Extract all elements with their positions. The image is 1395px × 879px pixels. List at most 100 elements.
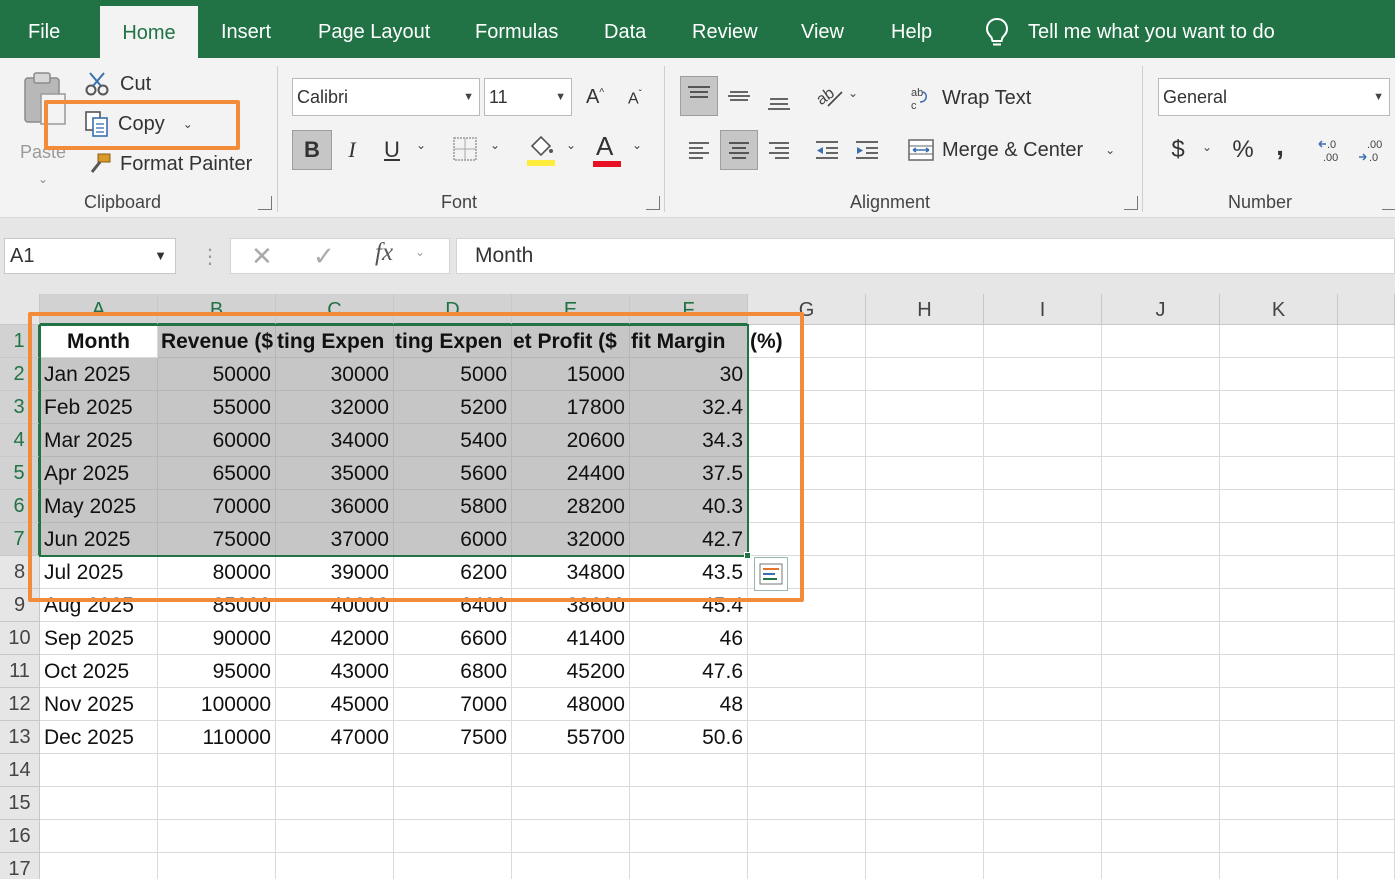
month-cell[interactable]: Aug 2025 xyxy=(40,589,158,622)
empty-cell[interactable] xyxy=(1220,490,1338,523)
currency-dropdown-chevron-icon[interactable]: ⌄ xyxy=(1202,140,1212,154)
empty-cell[interactable] xyxy=(866,556,984,589)
cancel-icon[interactable]: ✕ xyxy=(251,241,273,272)
empty-cell[interactable] xyxy=(1220,358,1338,391)
value-cell[interactable]: 39000 xyxy=(276,556,394,589)
header-cell[interactable]: et Profit ($ xyxy=(512,325,630,358)
font-launcher-icon[interactable] xyxy=(646,196,660,210)
empty-cell[interactable] xyxy=(748,820,866,853)
value-cell[interactable]: 34000 xyxy=(276,424,394,457)
tab-view[interactable]: View xyxy=(801,0,844,58)
value-cell[interactable]: 28200 xyxy=(512,490,630,523)
align-center-button[interactable] xyxy=(720,130,758,170)
empty-cell[interactable] xyxy=(748,358,866,391)
value-cell[interactable]: 50000 xyxy=(158,358,276,391)
orientation-button[interactable]: ab xyxy=(812,80,846,112)
italic-button[interactable]: I xyxy=(338,130,366,170)
tab-page-layout[interactable]: Page Layout xyxy=(318,0,430,58)
value-cell[interactable]: 32000 xyxy=(512,523,630,556)
empty-cell[interactable] xyxy=(1102,358,1220,391)
value-cell[interactable]: 37000 xyxy=(276,523,394,556)
empty-cell[interactable] xyxy=(1220,688,1338,721)
empty-cell[interactable] xyxy=(276,853,394,879)
month-cell[interactable]: Jul 2025 xyxy=(40,556,158,589)
empty-cell[interactable] xyxy=(630,853,748,879)
empty-cell[interactable] xyxy=(1102,754,1220,787)
quick-analysis-button[interactable] xyxy=(754,557,788,591)
insert-function-button[interactable]: fx xyxy=(375,239,393,267)
value-cell[interactable]: 15000 xyxy=(512,358,630,391)
value-cell[interactable]: 42000 xyxy=(276,622,394,655)
column-header-i[interactable]: I xyxy=(984,294,1102,325)
empty-cell[interactable] xyxy=(1102,325,1220,358)
value-cell[interactable]: 30 xyxy=(630,358,748,391)
copy-dropdown-chevron-icon[interactable]: ⌄ xyxy=(183,117,193,131)
empty-cell[interactable] xyxy=(748,721,866,754)
empty-cell[interactable] xyxy=(512,853,630,879)
increase-indent-button[interactable] xyxy=(852,130,882,170)
empty-cell[interactable] xyxy=(1102,622,1220,655)
empty-cell[interactable] xyxy=(866,490,984,523)
row-header-13[interactable]: 13 xyxy=(0,721,40,754)
month-cell[interactable]: Jun 2025 xyxy=(40,523,158,556)
empty-cell[interactable] xyxy=(1102,589,1220,622)
empty-cell[interactable] xyxy=(276,754,394,787)
empty-cell[interactable] xyxy=(1220,391,1338,424)
empty-cell[interactable] xyxy=(748,457,866,490)
row-header-12[interactable]: 12 xyxy=(0,688,40,721)
align-left-button[interactable] xyxy=(684,130,714,170)
empty-cell[interactable] xyxy=(1102,490,1220,523)
value-cell[interactable]: 38600 xyxy=(512,589,630,622)
value-cell[interactable]: 45000 xyxy=(276,688,394,721)
value-cell[interactable]: 40.3 xyxy=(630,490,748,523)
empty-cell[interactable] xyxy=(1102,391,1220,424)
empty-cell[interactable] xyxy=(1220,754,1338,787)
copy-button[interactable]: Copy ⌄ xyxy=(84,108,193,140)
decrease-font-size-button[interactable]: Aˇ xyxy=(622,84,648,114)
header-cell[interactable]: fit Margin xyxy=(630,325,748,358)
row-header-5[interactable]: 5 xyxy=(0,457,40,490)
merge-center-button[interactable]: Merge & Center ⌄ xyxy=(908,134,1115,166)
empty-cell[interactable] xyxy=(984,853,1102,879)
empty-cell[interactable] xyxy=(1220,853,1338,879)
empty-cell[interactable] xyxy=(1220,787,1338,820)
empty-cell[interactable] xyxy=(866,721,984,754)
value-cell[interactable]: 55700 xyxy=(512,721,630,754)
empty-cell[interactable] xyxy=(1220,589,1338,622)
column-header-h[interactable]: H xyxy=(866,294,984,325)
month-cell[interactable]: Mar 2025 xyxy=(40,424,158,457)
empty-cell[interactable] xyxy=(158,787,276,820)
empty-cell[interactable] xyxy=(394,820,512,853)
row-header-15[interactable]: 15 xyxy=(0,787,40,820)
name-box[interactable]: A1 ▼ xyxy=(4,238,176,274)
row-header-11[interactable]: 11 xyxy=(0,655,40,688)
empty-cell[interactable] xyxy=(1102,688,1220,721)
empty-cell[interactable] xyxy=(394,787,512,820)
bottom-align-button[interactable] xyxy=(762,80,796,120)
underline-button[interactable]: U xyxy=(378,130,406,170)
empty-cell[interactable] xyxy=(512,820,630,853)
value-cell[interactable]: 34.3 xyxy=(630,424,748,457)
value-cell[interactable]: 80000 xyxy=(158,556,276,589)
row-header-14[interactable]: 14 xyxy=(0,754,40,787)
empty-cell[interactable] xyxy=(866,589,984,622)
formula-input[interactable]: Month xyxy=(456,238,1395,274)
value-cell[interactable]: 75000 xyxy=(158,523,276,556)
empty-cell[interactable] xyxy=(1338,358,1395,391)
empty-cell[interactable] xyxy=(1338,589,1395,622)
empty-cell[interactable] xyxy=(748,655,866,688)
column-header-c[interactable]: C xyxy=(276,294,394,325)
empty-cell[interactable] xyxy=(1338,325,1395,358)
empty-cell[interactable] xyxy=(984,589,1102,622)
empty-cell[interactable] xyxy=(1220,655,1338,688)
value-cell[interactable]: 35000 xyxy=(276,457,394,490)
increase-font-size-button[interactable]: A^ xyxy=(582,82,608,112)
value-cell[interactable]: 32.4 xyxy=(630,391,748,424)
value-cell[interactable]: 37.5 xyxy=(630,457,748,490)
empty-cell[interactable] xyxy=(748,523,866,556)
empty-cell[interactable] xyxy=(984,721,1102,754)
middle-align-button[interactable] xyxy=(722,76,756,116)
empty-cell[interactable] xyxy=(984,655,1102,688)
empty-cell[interactable] xyxy=(984,622,1102,655)
borders-dropdown-chevron-icon[interactable]: ⌄ xyxy=(490,138,500,152)
